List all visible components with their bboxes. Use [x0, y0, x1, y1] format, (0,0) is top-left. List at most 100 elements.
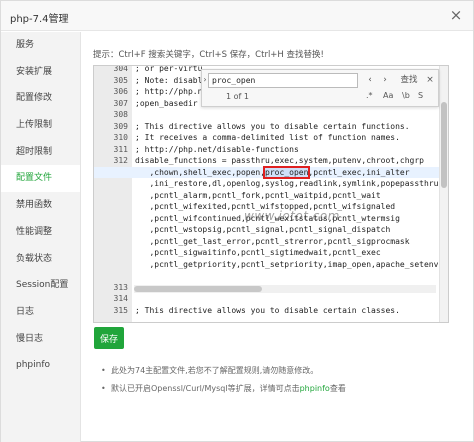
- code-line[interactable]: 312 disable_functions = passthru,exec,sys…: [94, 155, 439, 167]
- code-text: disable_functions = passthru,exec,system…: [132, 155, 424, 167]
- window-title: php-7.4管理: [10, 14, 69, 25]
- whole-word-toggle[interactable]: \b: [402, 91, 410, 100]
- horizontal-scrollbar[interactable]: [134, 285, 436, 293]
- code-line[interactable]: 308: [94, 109, 439, 121]
- code-line[interactable]: ,pcntl_get_last_error,pcntl_strerror,pcn…: [94, 236, 439, 248]
- find-close-icon[interactable]: ×: [424, 73, 436, 88]
- sidebar-item[interactable]: Session配置: [1, 272, 80, 299]
- code-line[interactable]: ,pcntl_getpriority,pcntl_setpriority,ima…: [94, 259, 439, 271]
- code-segment: ; This directive allows you to disable c…: [135, 121, 410, 131]
- in-selection-toggle[interactable]: S: [418, 91, 423, 100]
- sidebar-item[interactable]: 配置修改: [1, 85, 80, 112]
- code-segment: ; This directive allows you to disable c…: [135, 305, 400, 315]
- line-number: 311: [113, 144, 128, 154]
- sidebar-item[interactable]: 配置文件: [1, 165, 80, 193]
- watermark: www.iotot.com: [244, 209, 340, 223]
- code-text: ,pcntl_get_last_error,pcntl_strerror,pcn…: [132, 236, 410, 248]
- code-segment: ,pcntl_getpriority,pcntl_setpriority,ima…: [135, 259, 439, 269]
- code-line[interactable]: ,ini_restore,dl,openlog,syslog,readlink,…: [94, 178, 439, 190]
- code-segment: ; It receives a comma-delimited list of …: [135, 133, 400, 142]
- code-text: ; Note: disabl: [132, 75, 202, 87]
- sidebar-item[interactable]: 慢日志: [1, 326, 80, 353]
- code-line[interactable]: 310 ; It receives a comma-delimited list …: [94, 132, 439, 144]
- sidebar-item[interactable]: 性能调整: [1, 219, 80, 246]
- code-text: ; or per-virtu: [132, 65, 203, 75]
- note-text: 默认已开启Openssl/Curl/Mysql等扩展，详情可点击: [111, 384, 300, 393]
- code-segment: ,pcntl_sigwaitinfo,pcntl_sigtimedwait,pc…: [135, 248, 381, 257]
- title-bar: php-7.4管理 ×: [1, 1, 473, 31]
- next-match-icon[interactable]: ›: [379, 73, 391, 88]
- code-line[interactable]: ,pcntl_sigwaitinfo,pcntl_sigtimedwait,pc…: [94, 247, 439, 259]
- match-count: 1 of 1: [226, 92, 249, 101]
- code-line[interactable]: 309 ; This directive allows you to disabl…: [94, 121, 439, 133]
- code-line[interactable]: 314: [94, 293, 439, 305]
- line-number: 305: [113, 75, 128, 85]
- line-number: 304: [113, 65, 128, 73]
- sidebar-item[interactable]: 日志: [1, 299, 80, 326]
- line-number: 314: [113, 294, 128, 303]
- line-number: 309: [113, 121, 128, 131]
- code-text: ; This directive allows you to disable c…: [132, 121, 410, 133]
- note-item: 默认已开启Openssl/Curl/Mysql等扩展，详情可点击phpinfo查…: [101, 383, 461, 401]
- code-segment: ; http://php.net/disable-functions: [135, 144, 299, 154]
- code-text: ;open_basedir =: [132, 98, 207, 110]
- note-text-suffix: 查看: [329, 384, 346, 393]
- code-text: ,chown,shell_exec,popen,proc_open,pcntl_…: [132, 165, 410, 179]
- phpinfo-link[interactable]: phpinfo: [300, 384, 330, 393]
- line-number: 308: [113, 110, 128, 119]
- code-text: ,pcntl_wstopsig,pcntl_signal,pcntl_signa…: [132, 224, 390, 236]
- php-manager-window: php-7.4管理 × 服务 安装扩展 配置修改 上传限制 超时限制 配置文件 禁用函数 性能…: [0, 0, 474, 442]
- code-text: ; This directive allows you to disable c…: [132, 305, 400, 317]
- code-segment: ; or per-virtu: [135, 65, 203, 73]
- case-sensitive-toggle[interactable]: Aa: [383, 91, 393, 100]
- code-text: ,pcntl_getpriority,pcntl_setpriority,ima…: [132, 259, 438, 271]
- code-text: ,ini_restore,dl,openlog,syslog,readlink,…: [132, 178, 438, 190]
- code-line[interactable]: ,pcntl_wstopsig,pcntl_signal,pcntl_signa…: [94, 224, 439, 236]
- line-number: 315: [113, 305, 128, 315]
- regex-toggle[interactable]: .*: [366, 91, 373, 100]
- close-icon[interactable]: ×: [448, 7, 464, 23]
- code-segment: ; Note: disabl: [135, 75, 203, 85]
- code-segment: ,ini_restore,dl,openlog,syslog,readlink,…: [135, 179, 439, 188]
- sidebar-item[interactable]: 上传限制: [1, 112, 80, 139]
- code-text: ; It receives a comma-delimited list of …: [132, 132, 400, 144]
- vertical-scroll-thumb[interactable]: [441, 102, 447, 188]
- code-segment: ,chown,shell_exec,popen,: [135, 167, 266, 177]
- code-segment: ,pcntl_wstopsig,pcntl_signal,pcntl_signa…: [135, 225, 391, 234]
- sidebar-item[interactable]: 服务: [1, 32, 80, 59]
- code-text: ,pcntl_sigwaitinfo,pcntl_sigtimedwait,pc…: [132, 247, 381, 259]
- notes-list: 此处为74主配置文件,若您不了解配置规则,请勿随意修改。默认已开启Openssl…: [101, 365, 461, 401]
- line-number: 310: [113, 133, 128, 142]
- note-text: 此处为74主配置文件,若您不了解配置规则,请勿随意修改。: [111, 366, 319, 375]
- vertical-scrollbar[interactable]: [439, 66, 448, 322]
- sidebar-item[interactable]: 负载状态: [1, 246, 80, 273]
- code-segment: ,pcntl_alarm,pcntl_fork,pcntl_waitpid,pc…: [135, 190, 381, 200]
- sidebar: 服务 安装扩展 配置修改 上传限制 超时限制 配置文件 禁用函数 性能调整 负载状态 Sessio…: [1, 32, 81, 442]
- code-segment: ; http://php.n: [135, 87, 203, 96]
- previous-match-icon[interactable]: ‹: [364, 73, 376, 88]
- find-button[interactable]: 查找: [397, 73, 421, 88]
- sidebar-item[interactable]: 安装扩展: [1, 59, 80, 86]
- code-line[interactable]: 315 ; This directive allows you to disabl…: [94, 305, 439, 317]
- horizontal-scroll-thumb[interactable]: [134, 286, 262, 292]
- note-item: 此处为74主配置文件,若您不了解配置规则,请勿随意修改。: [101, 365, 461, 383]
- code-segment: ,pcntl_get_last_error,pcntl_strerror,pcn…: [135, 236, 410, 246]
- sidebar-item[interactable]: 禁用函数: [1, 192, 80, 219]
- code-segment: ,pcntl_exec,ini_alter: [308, 167, 410, 177]
- code-line[interactable]: [94, 270, 439, 282]
- code-line[interactable]: 311 ; http://php.net/disable-functions: [94, 144, 439, 156]
- save-button[interactable]: 保存: [94, 327, 124, 349]
- code-text: ,pcntl_alarm,pcntl_fork,pcntl_waitpid,pc…: [132, 190, 381, 202]
- code-line[interactable]: ,pcntl_alarm,pcntl_fork,pcntl_waitpid,pc…: [94, 190, 439, 202]
- sidebar-item[interactable]: phpinfo: [1, 352, 80, 379]
- sidebar-item[interactable]: 超时限制: [1, 139, 80, 166]
- line-number: 313: [113, 282, 128, 292]
- code-text: ; http://php.net/disable-functions: [132, 144, 299, 156]
- find-dialog: › ‹ › 查找 × 1 of 1 .* Aa \b S: [201, 69, 439, 107]
- line-number: 312: [113, 156, 128, 165]
- search-match-highlight: proc_open: [263, 165, 311, 179]
- shortcut-hint: 提示：Ctrl+F 搜索关键字，Ctrl+S 保存，Ctrl+H 查找替换!: [93, 50, 324, 60]
- code-line[interactable]: ,chown,shell_exec,popen,proc_open,pcntl_…: [94, 165, 439, 179]
- code-segment: disable_functions = passthru,exec,system…: [135, 156, 424, 165]
- find-input[interactable]: [208, 73, 358, 88]
